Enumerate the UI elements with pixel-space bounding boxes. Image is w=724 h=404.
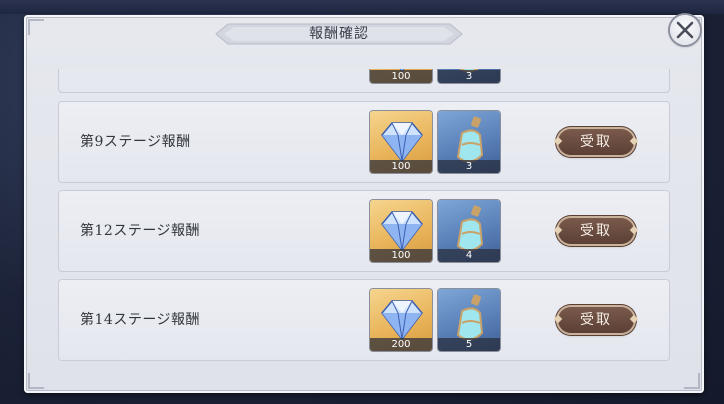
reward-list[interactable]: 100 3 第9ステージ報酬 100 3 受取 第12ステージ報酬 100 4 … <box>44 69 674 369</box>
reward-row: 第9ステージ報酬 100 3 受取 <box>58 101 670 183</box>
item-amount: 3 <box>438 70 500 83</box>
item-amount: 200 <box>370 338 432 351</box>
close-icon <box>676 21 694 39</box>
corner-ornament <box>28 19 44 35</box>
reward-row: 第12ステージ報酬 100 4 受取 <box>58 190 670 272</box>
dialog-title: 報酬確認 <box>309 26 369 42</box>
reward-row: 第14ステージ報酬 200 5 受取 <box>58 279 670 361</box>
reward-item[interactable]: 100 <box>370 69 432 83</box>
claim-button[interactable]: 受取 <box>558 218 634 244</box>
item-amount: 100 <box>370 160 432 173</box>
claim-button-label: 受取 <box>580 223 612 239</box>
corner-ornament <box>684 373 700 389</box>
title-banner: 報酬確認 <box>214 22 464 46</box>
claim-button-label: 受取 <box>580 134 612 150</box>
reward-item[interactable]: 4 <box>438 200 500 262</box>
reward-row: 100 3 <box>58 69 670 93</box>
item-amount: 100 <box>370 249 432 262</box>
corner-ornament <box>28 373 44 389</box>
item-amount: 3 <box>438 160 500 173</box>
item-amount: 4 <box>438 249 500 262</box>
reward-item[interactable]: 200 <box>370 289 432 351</box>
reward-item[interactable]: 100 <box>370 111 432 173</box>
stage-reward-label: 第12ステージ報酬 <box>80 223 201 239</box>
reward-item[interactable]: 100 <box>370 200 432 262</box>
stage-reward-label: 第14ステージ報酬 <box>80 312 201 328</box>
reward-item[interactable]: 3 <box>438 69 500 83</box>
claim-button[interactable]: 受取 <box>558 307 634 333</box>
claim-button-label: 受取 <box>580 312 612 328</box>
item-amount: 5 <box>438 338 500 351</box>
claim-button[interactable]: 受取 <box>558 129 634 155</box>
reward-item[interactable]: 3 <box>438 111 500 173</box>
reward-item[interactable]: 5 <box>438 289 500 351</box>
item-amount: 100 <box>370 70 432 83</box>
stage-reward-label: 第9ステージ報酬 <box>80 134 191 150</box>
close-button[interactable] <box>670 15 700 45</box>
background <box>0 0 724 14</box>
